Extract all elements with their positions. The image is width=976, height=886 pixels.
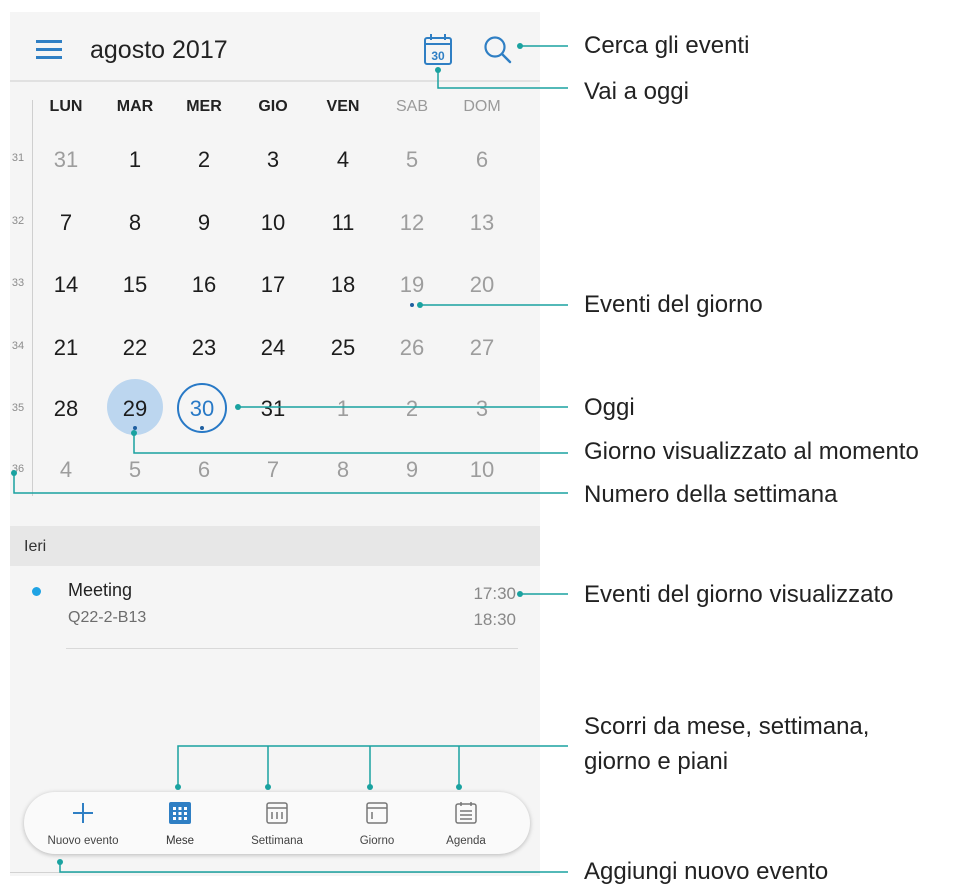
callout-views-line1: Scorri da mese, settimana, xyxy=(584,713,870,740)
callout-today-button: Vai a oggi xyxy=(584,78,689,105)
callout-today: Oggi xyxy=(584,394,635,421)
callout-search: Cerca gli eventi xyxy=(584,32,750,59)
callout-selected-day: Giorno visualizzato al momento xyxy=(584,438,919,465)
callout-shown-day-events: Eventi del giorno visualizzato xyxy=(584,581,894,608)
callout-day-events: Eventi del giorno xyxy=(584,291,763,318)
callout-week-number: Numero della settimana xyxy=(584,481,838,508)
callout-new-event: Aggiungi nuovo evento xyxy=(584,858,829,885)
callout-views-line2: giorno e piani xyxy=(584,748,729,775)
